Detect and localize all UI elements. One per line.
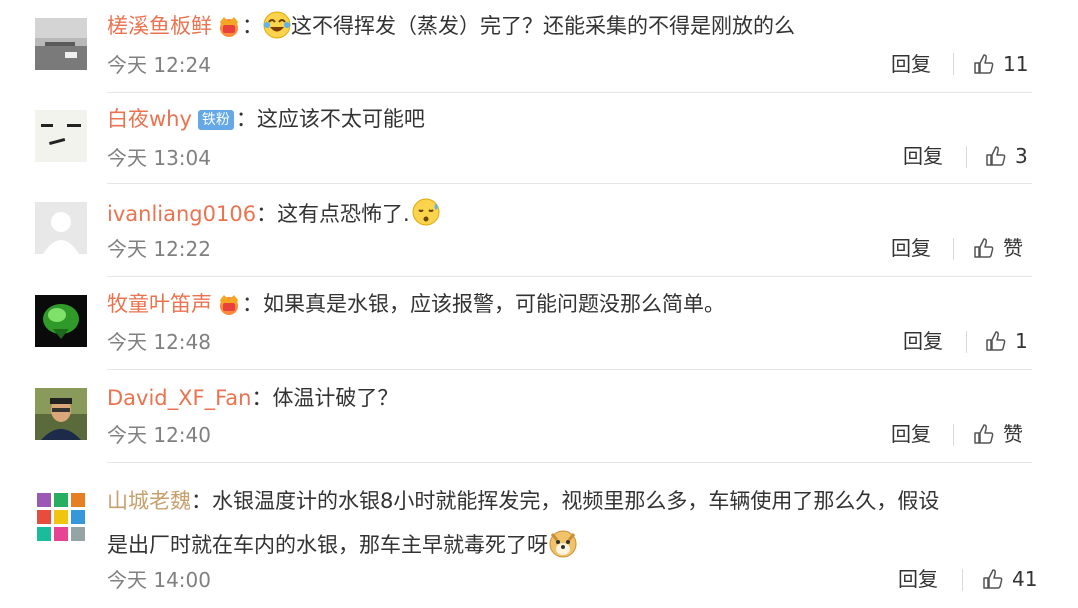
- username-link[interactable]: 槎溪鱼板鲜: [107, 14, 212, 38]
- comment-time: 今天 12:48: [107, 330, 211, 354]
- username-link[interactable]: David_XF_Fan: [107, 386, 251, 410]
- reply-button[interactable]: 回复: [898, 566, 938, 592]
- comment-text: 这不得挥发（蒸发）完了？还能采集的不得是刚放的么: [291, 14, 795, 38]
- reply-button[interactable]: 回复: [903, 328, 943, 354]
- like-count: 11: [1003, 52, 1029, 76]
- avatar[interactable]: [35, 18, 87, 70]
- reply-button[interactable]: 回复: [903, 143, 943, 169]
- thumbs-up-icon: [986, 331, 1006, 351]
- username-link[interactable]: 牧童叶笛声: [107, 292, 212, 316]
- thumbs-up-icon: [986, 146, 1006, 166]
- divider: [107, 92, 1032, 93]
- like-label: 赞: [1003, 236, 1023, 260]
- thumbs-up-icon: [983, 569, 1003, 589]
- username-link[interactable]: 白夜why: [107, 107, 192, 131]
- comment-time: 今天 12:24: [107, 53, 211, 77]
- laughing-crying-emoji: [263, 11, 291, 46]
- comment-text-line2: 是出厂时就在车内的水银，那车主早就毒死了呀: [107, 533, 548, 557]
- separator: [966, 331, 967, 353]
- colon: ：: [256, 202, 278, 226]
- separator: [953, 238, 954, 260]
- comment-text: 这有点恐怖了.: [277, 202, 410, 226]
- reply-button[interactable]: 回复: [891, 421, 931, 447]
- thumbs-up-icon: [974, 424, 994, 444]
- like-button[interactable]: 11: [973, 51, 1028, 77]
- separator: [966, 146, 967, 168]
- divider: [107, 369, 1032, 370]
- crown-icon[interactable]: [216, 292, 242, 323]
- comment-text-line1: 水银温度计的水银8小时就能挥发完，视频里那么多，车辆使用了那么久，假设: [212, 489, 940, 513]
- avatar[interactable]: [35, 295, 87, 347]
- like-button[interactable]: 赞: [973, 421, 1023, 447]
- comment-text: 如果真是水银，应该报警，可能问题没那么简单。: [263, 292, 725, 316]
- like-button[interactable]: 41: [982, 566, 1037, 592]
- comment-time: 今天 13:04: [107, 146, 211, 170]
- divider: [107, 183, 1032, 184]
- colon: ：: [242, 14, 263, 38]
- colon: ：: [242, 292, 263, 316]
- like-count: 1: [1015, 329, 1028, 353]
- comment-text: 体温计破了？: [272, 386, 399, 410]
- separator: [953, 424, 954, 446]
- like-count: 3: [1015, 144, 1028, 168]
- like-button[interactable]: 1: [985, 328, 1028, 354]
- thumbs-up-icon: [974, 54, 994, 74]
- divider: [107, 462, 1032, 463]
- avatar[interactable]: [35, 491, 87, 543]
- doge-emoji: [548, 528, 578, 565]
- avatar[interactable]: [35, 202, 87, 254]
- separator: [953, 53, 954, 75]
- comment-time: 今天 12:40: [107, 423, 211, 447]
- thumbs-up-icon: [974, 238, 994, 258]
- like-label: 赞: [1003, 422, 1023, 446]
- colon: ：: [191, 489, 212, 513]
- username-link[interactable]: ivanliang0106: [107, 202, 256, 226]
- avatar[interactable]: [35, 110, 87, 162]
- comment-time: 今天 12:22: [107, 237, 211, 261]
- avatar[interactable]: [35, 388, 87, 440]
- colon: ：: [235, 107, 257, 131]
- crown-icon[interactable]: [216, 14, 242, 45]
- colon: ：: [251, 386, 273, 410]
- separator: [962, 569, 963, 591]
- comment-text: 这应该不太可能吧: [256, 107, 425, 131]
- reply-button[interactable]: 回复: [891, 235, 931, 261]
- sweat-emoji: [410, 197, 442, 234]
- username-link[interactable]: 山城老魏: [107, 489, 191, 513]
- tiefen-badge[interactable]: 铁粉: [197, 110, 234, 130]
- divider: [107, 276, 1032, 277]
- like-button[interactable]: 3: [985, 143, 1028, 169]
- like-count: 41: [1012, 567, 1038, 591]
- comment-time: 今天 14:00: [107, 568, 211, 592]
- like-button[interactable]: 赞: [973, 235, 1023, 261]
- reply-button[interactable]: 回复: [891, 51, 931, 77]
